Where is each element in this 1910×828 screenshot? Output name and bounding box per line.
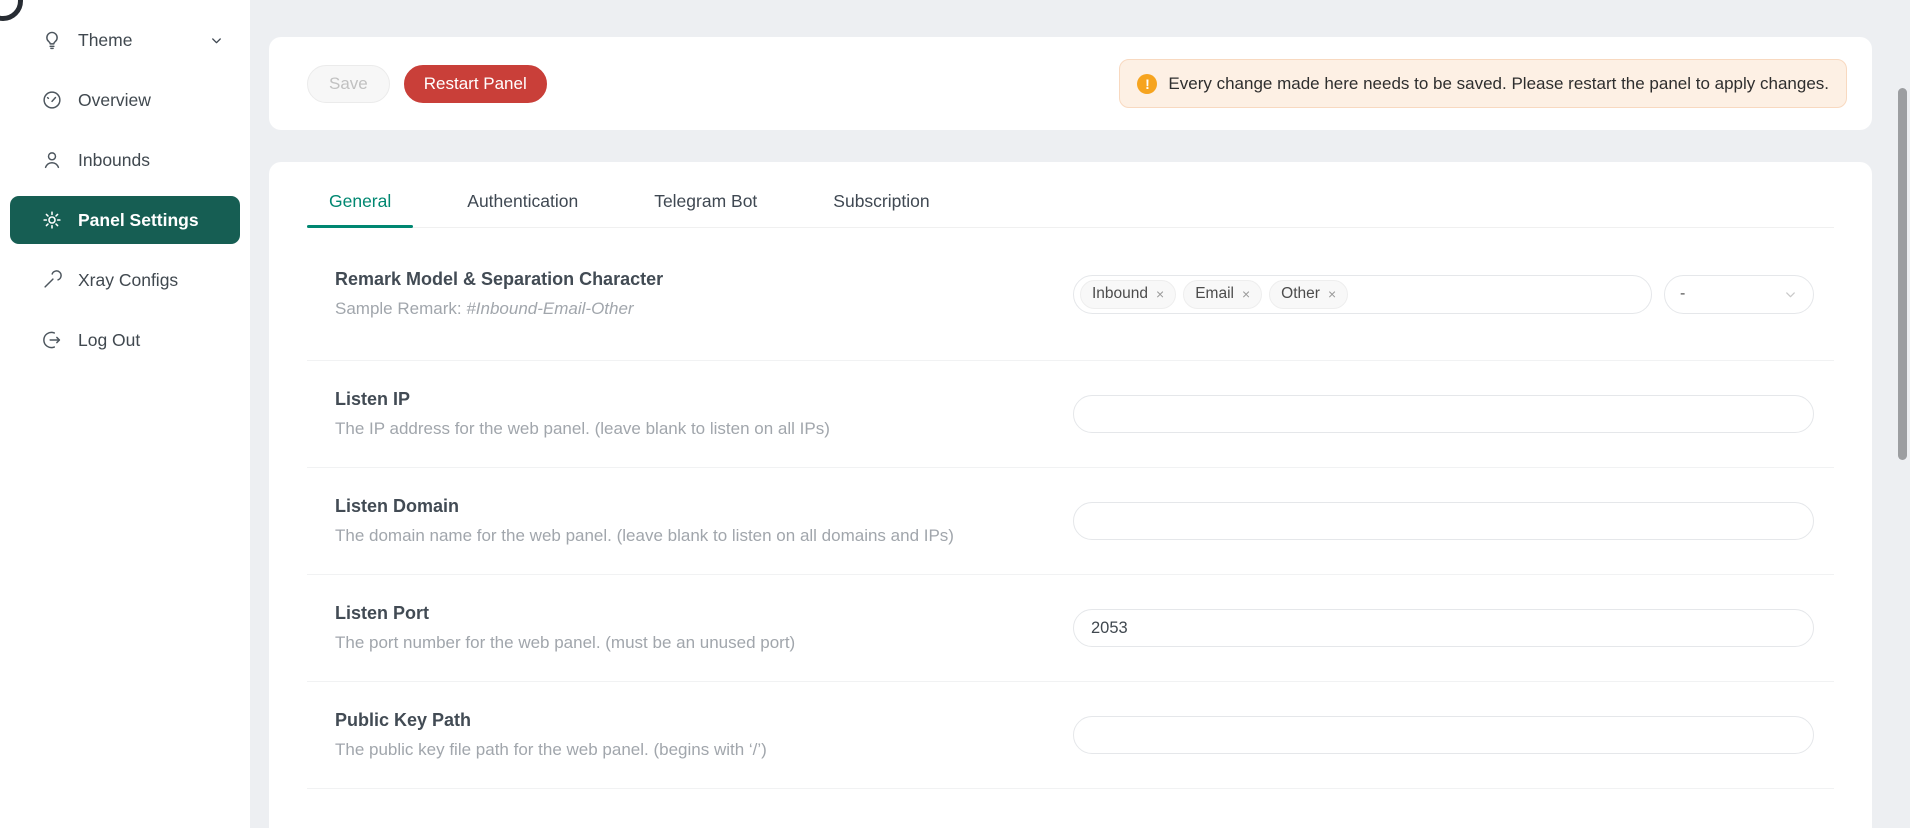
form-row-public-key-path: Public Key Path The public key file path… bbox=[307, 682, 1834, 789]
warning-alert: ! Every change made here needs to be sav… bbox=[1119, 59, 1847, 108]
warning-alert-text: Every change made here needs to be saved… bbox=[1168, 74, 1829, 94]
field-description: The public key file path for the web pan… bbox=[335, 740, 767, 760]
tab-telegram-bot[interactable]: Telegram Bot bbox=[632, 191, 779, 227]
tab-subscription[interactable]: Subscription bbox=[811, 191, 951, 227]
field-label: Listen IP bbox=[335, 389, 830, 410]
tag-other: Other × bbox=[1269, 280, 1348, 309]
separator-select[interactable]: - bbox=[1664, 275, 1814, 314]
form-row-control: Inbound × Email × Other × - bbox=[1073, 275, 1814, 314]
form-row-text: Listen IP The IP address for the web pan… bbox=[307, 389, 830, 439]
remark-model-tag-select[interactable]: Inbound × Email × Other × bbox=[1073, 275, 1652, 314]
form-row-control bbox=[1073, 395, 1814, 433]
restart-panel-button[interactable]: Restart Panel bbox=[404, 65, 547, 103]
listen-ip-input[interactable] bbox=[1073, 395, 1814, 433]
sidebar-item-label: Panel Settings bbox=[78, 210, 199, 231]
form-row-text: Listen Domain The domain name for the we… bbox=[307, 496, 954, 546]
user-icon bbox=[40, 148, 64, 172]
tag-remove-icon[interactable]: × bbox=[1242, 287, 1250, 301]
sidebar-item-inbounds[interactable]: Inbounds bbox=[10, 136, 240, 184]
lightbulb-icon bbox=[40, 28, 64, 52]
sidebar-item-panel-settings[interactable]: Panel Settings bbox=[10, 196, 240, 244]
form-row-text: Listen Port The port number for the web … bbox=[307, 603, 795, 653]
field-description: The IP address for the web panel. (leave… bbox=[335, 419, 830, 439]
sidebar-item-xray-configs[interactable]: Xray Configs bbox=[10, 256, 240, 304]
tag-email: Email × bbox=[1183, 280, 1262, 309]
dashboard-icon bbox=[40, 88, 64, 112]
tag-label: Inbound bbox=[1092, 285, 1148, 303]
toolbar-buttons: Save Restart Panel bbox=[307, 65, 547, 103]
tag-remove-icon[interactable]: × bbox=[1156, 287, 1164, 301]
tab-authentication[interactable]: Authentication bbox=[445, 191, 600, 227]
listen-domain-input[interactable] bbox=[1073, 502, 1814, 540]
wrench-icon bbox=[40, 268, 64, 292]
sidebar-item-label: Theme bbox=[78, 30, 132, 51]
field-label: Listen Domain bbox=[335, 496, 954, 517]
tag-label: Email bbox=[1195, 285, 1234, 303]
form-row-control bbox=[1073, 502, 1814, 540]
save-button[interactable]: Save bbox=[307, 65, 390, 103]
form-row-listen-port: Listen Port The port number for the web … bbox=[307, 575, 1834, 682]
logout-icon bbox=[40, 328, 64, 352]
chevron-down-icon[interactable] bbox=[209, 33, 224, 48]
form-row-control bbox=[1073, 716, 1814, 754]
sidebar-item-theme[interactable]: Theme bbox=[10, 16, 240, 64]
form-row-text: Remark Model & Separation Character Samp… bbox=[307, 269, 663, 319]
gear-icon bbox=[40, 208, 64, 232]
field-description: Sample Remark: #Inbound-Email-Other bbox=[335, 299, 663, 319]
tab-general[interactable]: General bbox=[307, 191, 413, 227]
field-label: Listen Port bbox=[335, 603, 795, 624]
form-row-listen-domain: Listen Domain The domain name for the we… bbox=[307, 468, 1834, 575]
separator-select-value: - bbox=[1680, 285, 1685, 303]
field-label: Remark Model & Separation Character bbox=[335, 269, 663, 290]
settings-tabs: General Authentication Telegram Bot Subs… bbox=[307, 162, 1834, 228]
toolbar-card: Save Restart Panel ! Every change made h… bbox=[269, 37, 1872, 130]
field-description: The port number for the web panel. (must… bbox=[335, 633, 795, 653]
sidebar-nav: Theme Overview Inbounds Panel Settings bbox=[0, 0, 250, 364]
sidebar-item-log-out[interactable]: Log Out bbox=[10, 316, 240, 364]
listen-port-input[interactable] bbox=[1073, 609, 1814, 647]
warning-icon: ! bbox=[1137, 74, 1157, 94]
sample-remark-value: #Inbound-Email-Other bbox=[466, 299, 633, 318]
sidebar-item-label: Log Out bbox=[78, 330, 140, 351]
sidebar-item-label: Xray Configs bbox=[78, 270, 178, 291]
form-row-remark-model: Remark Model & Separation Character Samp… bbox=[307, 228, 1834, 361]
settings-card: General Authentication Telegram Bot Subs… bbox=[269, 162, 1872, 828]
tag-remove-icon[interactable]: × bbox=[1328, 287, 1336, 301]
sample-remark-prefix: Sample Remark: bbox=[335, 299, 466, 318]
sidebar-item-label: Inbounds bbox=[78, 150, 150, 171]
tag-label: Other bbox=[1281, 285, 1320, 303]
sidebar: Theme Overview Inbounds Panel Settings bbox=[0, 0, 250, 828]
form-row-control bbox=[1073, 609, 1814, 647]
field-description: The domain name for the web panel. (leav… bbox=[335, 526, 954, 546]
vertical-scrollbar[interactable] bbox=[1898, 88, 1907, 460]
form-row-text: Public Key Path The public key file path… bbox=[307, 710, 767, 760]
field-label: Public Key Path bbox=[335, 710, 767, 731]
sidebar-item-label: Overview bbox=[78, 90, 151, 111]
sidebar-item-overview[interactable]: Overview bbox=[10, 76, 240, 124]
form-row-listen-ip: Listen IP The IP address for the web pan… bbox=[307, 361, 1834, 468]
public-key-path-input[interactable] bbox=[1073, 716, 1814, 754]
chevron-down-icon bbox=[1783, 287, 1798, 302]
tag-inbound: Inbound × bbox=[1080, 280, 1176, 309]
